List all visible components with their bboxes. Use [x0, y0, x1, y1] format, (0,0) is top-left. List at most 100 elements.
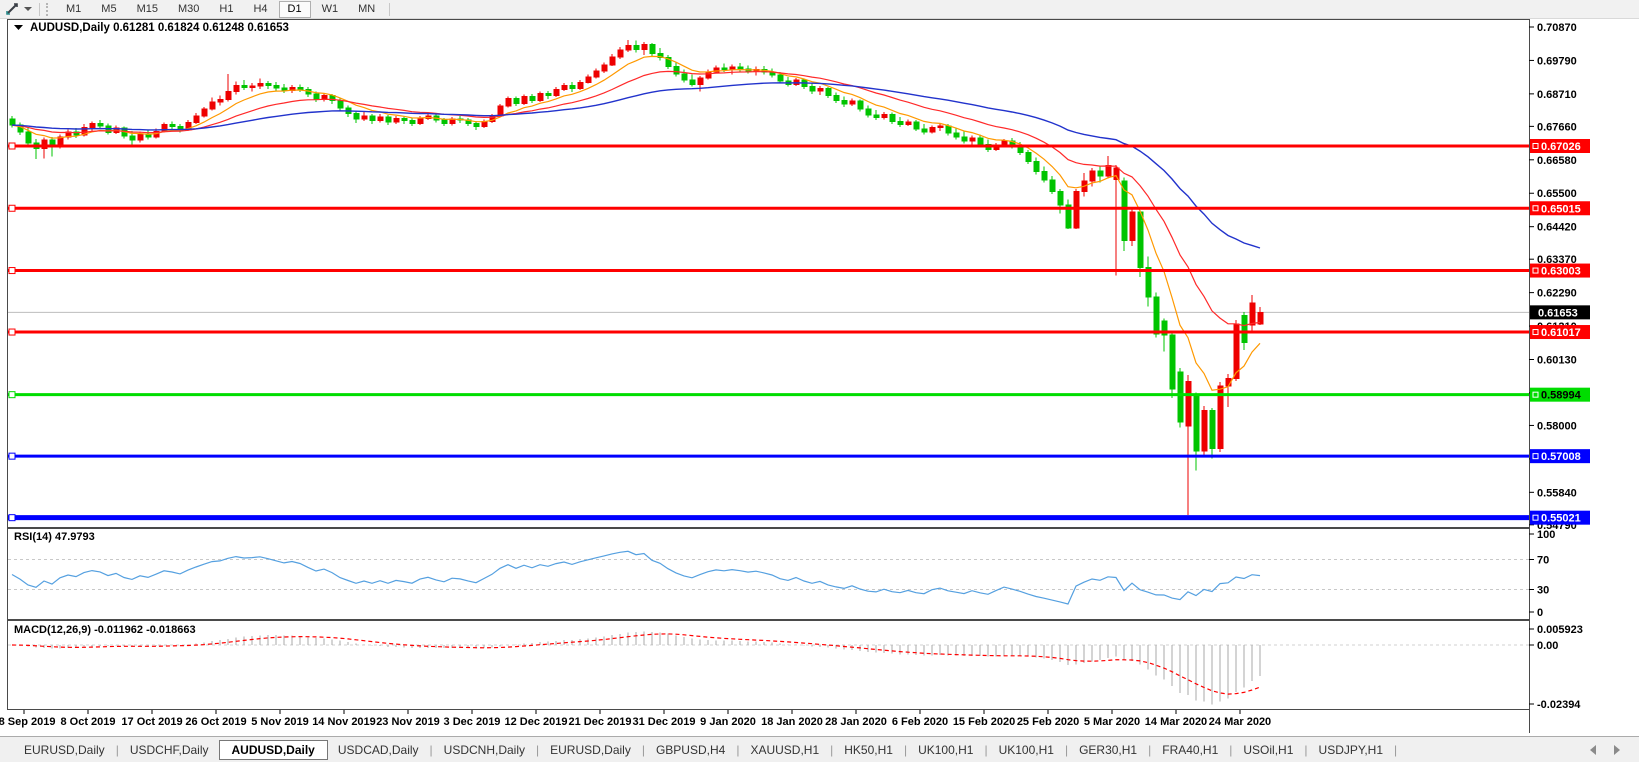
tab-separator: |	[1394, 743, 1397, 757]
macd-panel[interactable]	[8, 621, 1530, 710]
tab-usdcad-daily[interactable]: USDCAD,Daily	[328, 740, 429, 760]
price-axis[interactable]: 0.708700.697900.687100.676600.665800.655…	[1529, 20, 1590, 733]
timeframe-button-h4[interactable]: H4	[244, 1, 276, 18]
svg-text:0.70870: 0.70870	[1537, 22, 1577, 34]
date-label: 14 Mar 2020	[1145, 716, 1207, 728]
price-badge-0.58994: 0.58994	[1530, 388, 1590, 402]
svg-text:0.55021: 0.55021	[1541, 513, 1581, 525]
toolbar: M1M5M15M30H1H4D1W1MN	[0, 0, 1639, 19]
tab-separator: |	[830, 743, 833, 757]
date-label: 6 Feb 2020	[892, 716, 948, 728]
tab-usdjpy-h1[interactable]: USDJPY,H1	[1309, 740, 1393, 760]
date-label: 8 Oct 2019	[60, 716, 115, 728]
toolbar-grip[interactable]	[46, 3, 51, 16]
tab-xauusd-h1[interactable]: XAUUSD,H1	[740, 740, 829, 760]
rsi-axis-tick: 70	[1537, 555, 1549, 567]
main-chart-panel[interactable]	[8, 20, 1530, 528]
tab-usoil-h1[interactable]: USOil,H1	[1233, 740, 1303, 760]
svg-text:0.65015: 0.65015	[1541, 203, 1581, 215]
svg-text:0.55840: 0.55840	[1537, 487, 1577, 499]
date-label: 9 Jan 2020	[700, 716, 756, 728]
price-badge-0.67026: 0.67026	[1530, 139, 1590, 153]
date-label: 24 Mar 2020	[1209, 716, 1271, 728]
tab-separator: |	[736, 743, 739, 757]
tab-audusd-daily[interactable]: AUDUSD,Daily	[219, 740, 328, 760]
svg-text:0.58994: 0.58994	[1541, 390, 1582, 402]
hline-handle[interactable]	[9, 329, 15, 335]
hline-handle[interactable]	[9, 205, 15, 211]
svg-text:0.57008: 0.57008	[1541, 451, 1581, 463]
date-label: 17 Oct 2019	[121, 716, 182, 728]
date-label: 21 Dec 2019	[569, 716, 632, 728]
svg-text:0.61017: 0.61017	[1541, 327, 1581, 339]
tab-separator: |	[984, 743, 987, 757]
hline-handle[interactable]	[9, 268, 15, 274]
timeframe-button-m5[interactable]: M5	[92, 1, 125, 18]
timeframe-button-h1[interactable]: H1	[210, 1, 242, 18]
rsi-label: RSI(14) 47.9793	[14, 531, 95, 543]
macd-label: MACD(12,26,9) -0.011962 -0.018663	[14, 624, 196, 636]
tab-scroll-left-icon[interactable]	[1590, 745, 1596, 755]
rsi-axis-tick: 30	[1537, 585, 1549, 597]
price-badge-0.63003: 0.63003	[1530, 264, 1590, 278]
price-badge-0.61017: 0.61017	[1530, 325, 1590, 339]
macd-axis-tick: 0.005923	[1537, 624, 1583, 636]
chart-canvas[interactable]: 0.708700.697900.687100.676600.665800.655…	[0, 0, 1639, 762]
tab-separator: |	[1229, 743, 1232, 757]
tab-fra40-h1[interactable]: FRA40,H1	[1152, 740, 1228, 760]
date-label: 31 Dec 2019	[633, 716, 696, 728]
date-label: 5 Mar 2020	[1084, 716, 1140, 728]
svg-text:0.64420: 0.64420	[1537, 222, 1577, 234]
date-label: 12 Dec 2019	[505, 716, 568, 728]
hline-handle[interactable]	[9, 453, 15, 459]
tab-uk100-h1[interactable]: UK100,H1	[989, 740, 1064, 760]
tab-eurusd-daily[interactable]: EURUSD,Daily	[540, 740, 641, 760]
svg-text:0.60130: 0.60130	[1537, 354, 1577, 366]
date-label: 18 Jan 2020	[761, 716, 823, 728]
date-label: 14 Nov 2019	[312, 716, 376, 728]
svg-text:0.63003: 0.63003	[1541, 266, 1581, 278]
svg-text:0.69790: 0.69790	[1537, 55, 1577, 67]
timeframe-button-mn[interactable]: MN	[349, 1, 384, 18]
chart-title-text: AUDUSD,Daily 0.61281 0.61824 0.61248 0.6…	[30, 22, 289, 34]
macd-axis-tick: -0.02394	[1537, 699, 1581, 711]
tab-gbpusd-h4[interactable]: GBPUSD,H4	[646, 740, 735, 760]
tab-eurusd-daily[interactable]: EURUSD,Daily	[14, 740, 115, 760]
time-axis[interactable]: 28 Sep 20198 Oct 201917 Oct 201926 Oct 2…	[0, 710, 1271, 728]
svg-text:0.68710: 0.68710	[1537, 89, 1577, 101]
date-label: 25 Feb 2020	[1017, 716, 1079, 728]
tab-separator: |	[642, 743, 645, 757]
timeframe-button-m15[interactable]: M15	[128, 1, 167, 18]
svg-text:0.67660: 0.67660	[1537, 121, 1577, 133]
svg-text:0.61653: 0.61653	[1538, 307, 1578, 319]
tab-usdchf-daily[interactable]: USDCHF,Daily	[120, 740, 219, 760]
chart-tool-icon[interactable]	[3, 2, 21, 17]
tab-separator: |	[536, 743, 539, 757]
chevron-down-icon[interactable]	[24, 7, 32, 11]
tab-hk50-h1[interactable]: HK50,H1	[834, 740, 903, 760]
timeframe-buttons: M1M5M15M30H1H4D1W1MN	[56, 1, 385, 18]
hline-handle[interactable]	[9, 143, 15, 149]
timeframe-button-d1[interactable]: D1	[279, 1, 311, 18]
tab-separator: |	[1304, 743, 1307, 757]
timeframe-button-w1[interactable]: W1	[313, 1, 348, 18]
hline-handle[interactable]	[9, 515, 15, 521]
tab-separator: |	[1148, 743, 1151, 757]
price-badge-0.55021: 0.55021	[1530, 511, 1590, 525]
svg-text:0.62290: 0.62290	[1537, 288, 1577, 300]
tab-uk100-h1[interactable]: UK100,H1	[908, 740, 983, 760]
tab-ger30-h1[interactable]: GER30,H1	[1069, 740, 1147, 760]
svg-text:0.58000: 0.58000	[1537, 420, 1577, 432]
hline-handle[interactable]	[9, 392, 15, 398]
svg-text:0.67026: 0.67026	[1541, 141, 1581, 153]
tab-usdcnh-daily[interactable]: USDCNH,Daily	[434, 740, 535, 760]
date-label: 23 Nov 2019	[376, 716, 440, 728]
tab-scroll-right-icon[interactable]	[1614, 745, 1620, 755]
chart-title: AUDUSD,Daily 0.61281 0.61824 0.61248 0.6…	[14, 22, 289, 34]
date-label: 28 Sep 2019	[0, 716, 56, 728]
timeframe-button-m1[interactable]: M1	[57, 1, 90, 18]
timeframe-button-m30[interactable]: M30	[169, 1, 208, 18]
macd-axis-tick: 0.00	[1537, 640, 1558, 652]
tab-separator: |	[904, 743, 907, 757]
tab-separator: |	[430, 743, 433, 757]
